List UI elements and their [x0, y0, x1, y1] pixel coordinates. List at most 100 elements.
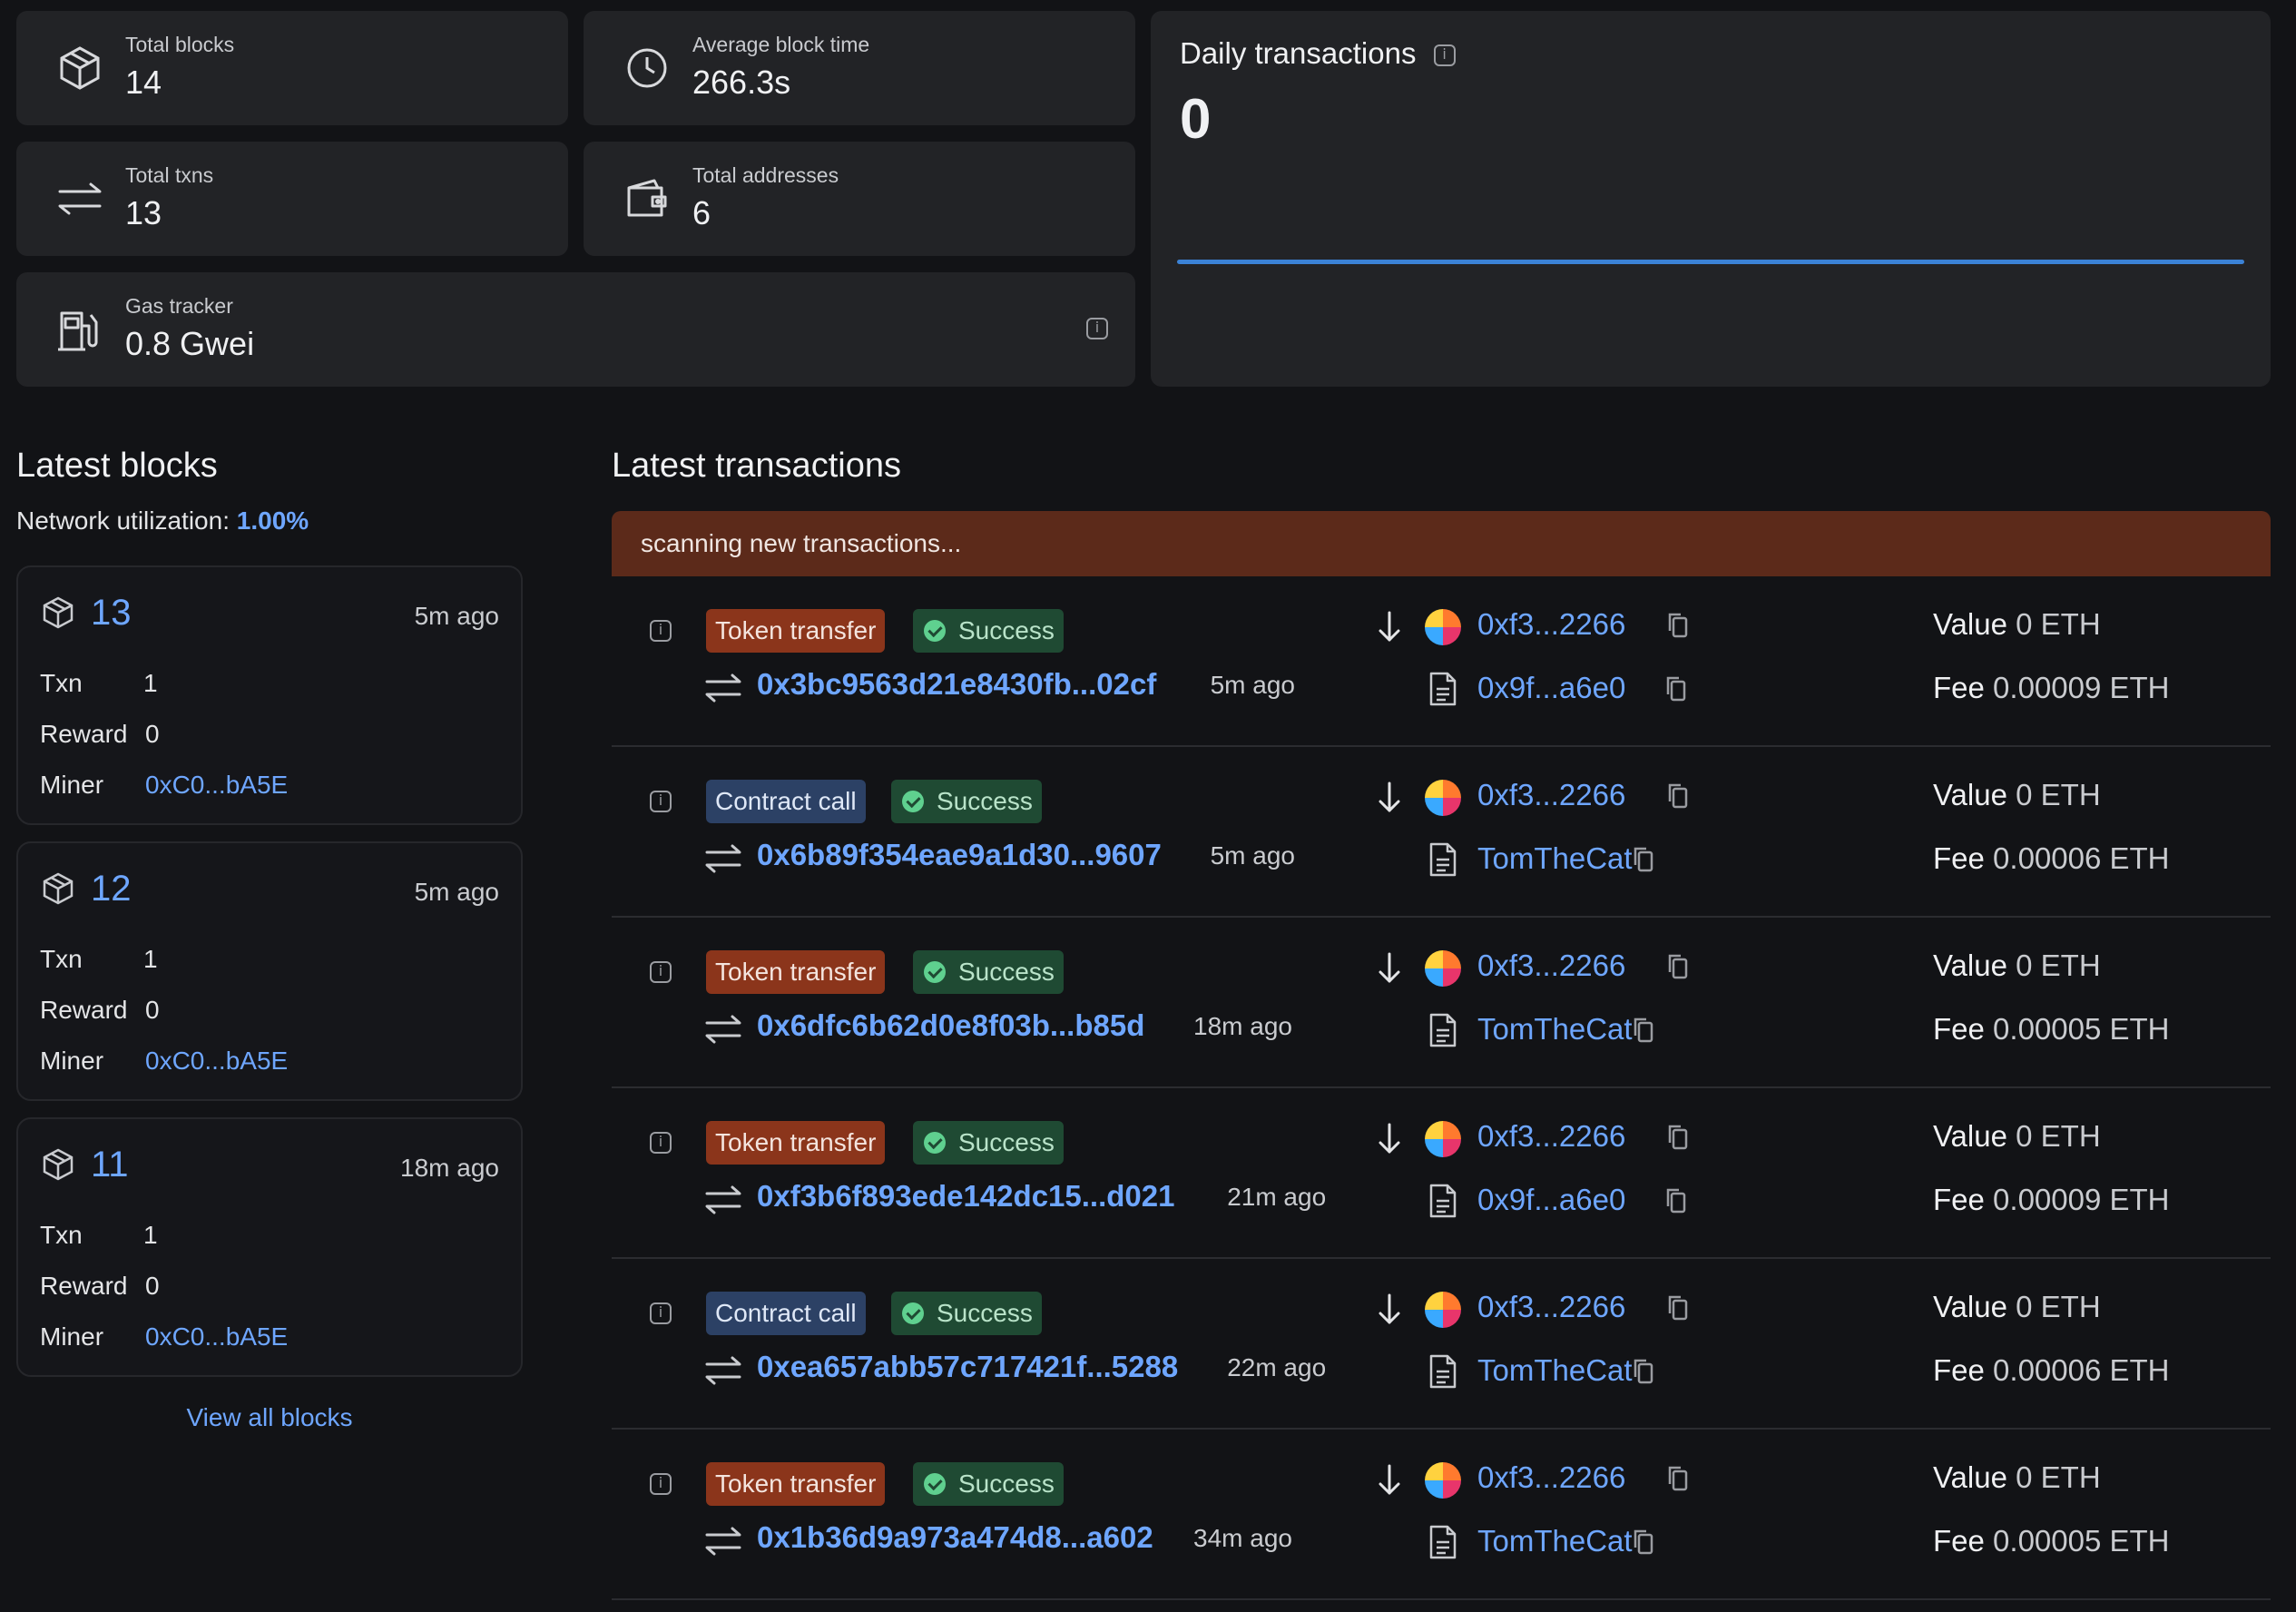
block-number[interactable]: 11	[91, 1145, 129, 1185]
to-address-link[interactable]: 0x9f...a6e0	[1477, 671, 1625, 705]
copy-icon[interactable]	[1634, 1529, 1653, 1555]
tx-hash-link[interactable]: 0x3bc9563d21e8430fb...02cf	[757, 667, 1156, 702]
stat-value: 266.3s	[692, 64, 791, 101]
contract-document-icon	[1429, 1354, 1457, 1389]
transfer-arrows-icon	[705, 1527, 741, 1556]
tx-age: 22m ago	[1227, 1353, 1327, 1381]
fee-amount: 0.00009 ETH	[1993, 671, 2170, 704]
tx-hash-link[interactable]: 0xea657abb57c717421f...5288	[757, 1350, 1178, 1384]
transfer-arrows-icon	[705, 1356, 741, 1385]
transfer-arrows-icon	[705, 673, 741, 703]
latest-blocks-title: Latest blocks	[16, 447, 218, 485]
fee-label: Fee	[1933, 1524, 1985, 1558]
check-circle-icon	[924, 620, 946, 642]
from-address-link[interactable]: 0xf3...2266	[1477, 1119, 1625, 1154]
info-icon[interactable]	[650, 791, 672, 812]
value-label: Value	[1933, 778, 2007, 811]
fee-label: Fee	[1933, 671, 1985, 704]
copy-icon[interactable]	[1668, 613, 1688, 638]
from-address-link[interactable]: 0xf3...2266	[1477, 949, 1625, 983]
tx-hash-link[interactable]: 0x6b89f354eae9a1d30...9607	[757, 838, 1162, 872]
value-label: Value	[1933, 1460, 2007, 1494]
miner-address[interactable]: 0xC0...bA5E	[145, 1322, 288, 1352]
arrow-down-icon	[1379, 611, 1400, 642]
tx-hash-link[interactable]: 0xf3b6f893ede142dc15...d021	[757, 1179, 1174, 1214]
copy-icon[interactable]	[1668, 783, 1688, 809]
transaction-row: Contract call Success 0xea657abb57c71742…	[612, 1259, 2271, 1430]
tx-type-tag: Token transfer	[706, 1462, 886, 1506]
copy-icon[interactable]	[1666, 1188, 1686, 1214]
copy-icon[interactable]	[1668, 1125, 1688, 1150]
contract-document-icon	[1429, 672, 1457, 706]
value-label: Value	[1933, 607, 2007, 641]
reward-label: Reward	[40, 1272, 128, 1300]
copy-icon[interactable]	[1668, 1295, 1688, 1321]
value-amount: 0 ETH	[2016, 778, 2101, 811]
fee-label: Fee	[1933, 841, 1985, 875]
daily-transactions-title: Daily transactions	[1180, 36, 1456, 71]
value-label: Value	[1933, 1290, 2007, 1323]
miner-address[interactable]: 0xC0...bA5E	[145, 1047, 288, 1076]
info-icon[interactable]	[650, 620, 672, 642]
info-icon[interactable]	[650, 1132, 672, 1154]
from-address-link[interactable]: 0xf3...2266	[1477, 778, 1625, 812]
transaction-row: Token transfer Success 0x6dfc6b62d0e8f03…	[612, 918, 2271, 1088]
block-number[interactable]: 13	[91, 593, 132, 634]
view-all-blocks-link[interactable]: View all blocks	[16, 1403, 523, 1432]
copy-icon[interactable]	[1634, 847, 1653, 872]
block-card: 11 18m ago Txn 1 Reward 0 Miner 0xC0...b…	[16, 1117, 523, 1377]
info-icon[interactable]	[650, 1302, 672, 1324]
fee-amount: 0.00006 ETH	[1993, 1353, 2170, 1387]
tx-status-label: Success	[937, 787, 1033, 815]
info-icon[interactable]	[650, 1473, 672, 1495]
transaction-row: Token transfer Success 0xf3b6f893ede142d…	[612, 1088, 2271, 1259]
fee-label: Fee	[1933, 1353, 1985, 1387]
fee-amount: 0.00006 ETH	[1993, 841, 2170, 875]
from-address-link[interactable]: 0xf3...2266	[1477, 1460, 1625, 1495]
info-icon[interactable]	[650, 961, 672, 983]
tx-status-label: Success	[958, 1128, 1055, 1156]
scanning-banner[interactable]: scanning new transactions...	[612, 511, 2271, 576]
block-age: 5m ago	[414, 602, 499, 630]
stat-value: 13	[125, 194, 162, 231]
contract-document-icon	[1429, 1013, 1457, 1047]
contract-document-icon	[1429, 842, 1457, 877]
to-address-link[interactable]: TomTheCat	[1477, 1353, 1633, 1388]
txn-value: 1	[143, 669, 158, 697]
block-number[interactable]: 12	[91, 869, 132, 909]
to-address-link[interactable]: TomTheCat	[1477, 1012, 1633, 1047]
tx-age: 5m ago	[1210, 841, 1295, 870]
tx-value: Value 0 ETH	[1933, 778, 2101, 812]
from-address-link[interactable]: 0xf3...2266	[1477, 607, 1625, 642]
address-avatar	[1425, 1121, 1461, 1157]
arrow-down-icon	[1379, 1123, 1400, 1154]
from-address-link[interactable]: 0xf3...2266	[1477, 1290, 1625, 1324]
copy-icon[interactable]	[1666, 676, 1686, 702]
miner-label: Miner	[40, 1047, 104, 1075]
tx-age: 21m ago	[1227, 1183, 1327, 1211]
info-icon[interactable]	[1086, 318, 1108, 339]
value-amount: 0 ETH	[2016, 1460, 2101, 1494]
cube-icon	[43, 872, 74, 905]
value-amount: 0 ETH	[2016, 949, 2101, 982]
tx-hash-link[interactable]: 0x6dfc6b62d0e8f03b...b85d	[757, 1008, 1144, 1043]
info-icon[interactable]	[1433, 44, 1456, 67]
daily-transactions-label: Daily transactions	[1180, 36, 1417, 70]
to-address-link[interactable]: TomTheCat	[1477, 841, 1633, 876]
stat-label: Total addresses	[692, 163, 839, 187]
tx-value: Value 0 ETH	[1933, 949, 2101, 983]
block-card: 13 5m ago Txn 1 Reward 0 Miner 0xC0...bA…	[16, 565, 523, 825]
stat-label: Gas tracker	[125, 294, 233, 318]
to-address-link[interactable]: TomTheCat	[1477, 1524, 1633, 1558]
copy-icon[interactable]	[1668, 1466, 1688, 1491]
to-address-link[interactable]: 0x9f...a6e0	[1477, 1183, 1625, 1217]
tx-hash-link[interactable]: 0x1b36d9a973a474d8...a602	[757, 1520, 1153, 1555]
tx-age: 5m ago	[1210, 671, 1295, 699]
copy-icon[interactable]	[1634, 1359, 1653, 1384]
address-avatar	[1425, 1292, 1461, 1328]
copy-icon[interactable]	[1634, 1017, 1653, 1043]
tx-status-label: Success	[958, 616, 1055, 644]
copy-icon[interactable]	[1668, 954, 1688, 979]
miner-address[interactable]: 0xC0...bA5E	[145, 771, 288, 800]
network-utilization: Network utilization: 1.00%	[16, 506, 309, 536]
